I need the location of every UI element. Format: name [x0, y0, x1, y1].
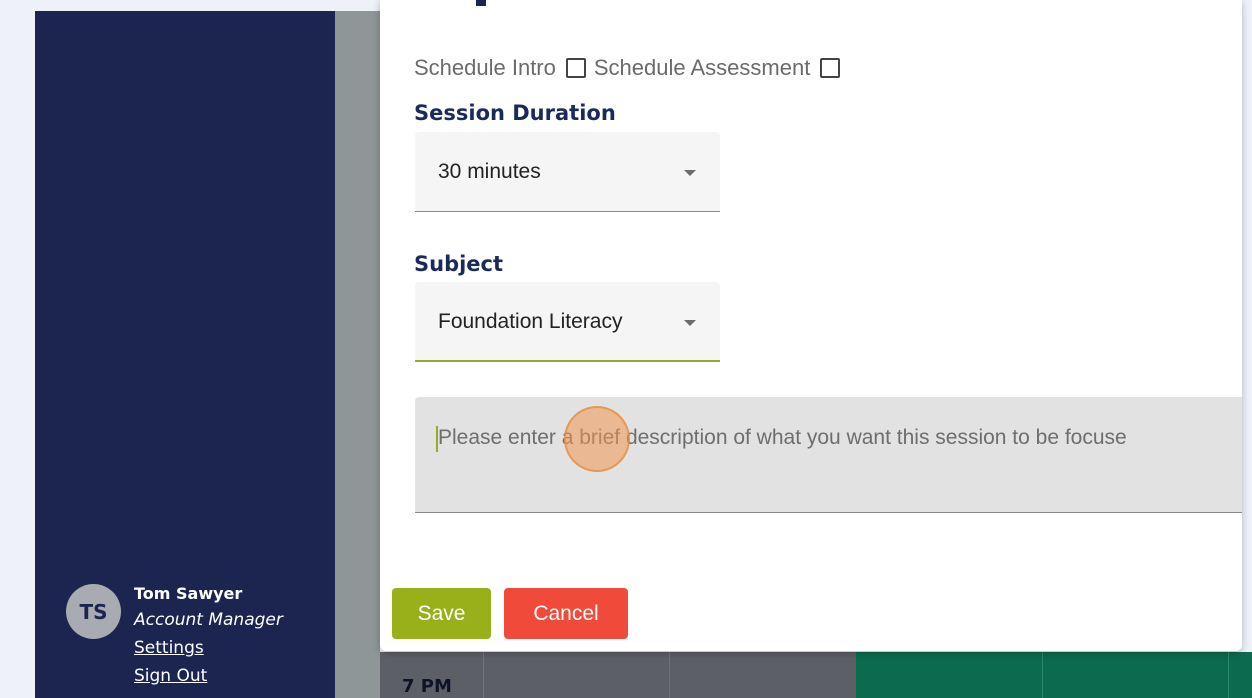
- subject-label: Subject: [414, 252, 504, 276]
- user-role: Account Manager: [134, 610, 283, 630]
- chevron-down-icon: [684, 170, 696, 176]
- dialog-title-fragment: [476, 0, 486, 6]
- user-name: Tom Sawyer: [134, 584, 243, 603]
- calendar-time-label: 7 PM: [402, 676, 452, 697]
- session-duration-value: 30 minutes: [438, 160, 541, 183]
- description-placeholder: Please enter a brief description of what…: [438, 426, 1127, 449]
- schedule-intro-checkbox[interactable]: [565, 58, 586, 78]
- calendar-cell: [1042, 652, 1043, 698]
- text-cursor: [436, 426, 438, 452]
- session-duration-label: Session Duration: [414, 101, 616, 125]
- schedule-assessment-label: Schedule Assessment: [593, 55, 811, 80]
- calendar-cell: [483, 652, 484, 698]
- save-button[interactable]: Save: [392, 588, 491, 639]
- sign-out-link[interactable]: Sign Out: [134, 666, 207, 686]
- schedule-assessment-checkbox[interactable]: [820, 58, 841, 78]
- avatar[interactable]: TS: [66, 584, 121, 639]
- schedule-options: Schedule Intro Schedule Assessment: [414, 55, 848, 81]
- calendar-background: 7 PM: [380, 652, 1252, 698]
- chevron-down-icon: [684, 320, 696, 326]
- calendar-event-block[interactable]: [856, 652, 1252, 698]
- subject-value: Foundation Literacy: [438, 310, 623, 333]
- schedule-intro-label: Schedule Intro: [414, 55, 556, 80]
- modal-backdrop[interactable]: [335, 11, 380, 698]
- calendar-cell: [1228, 652, 1229, 698]
- description-textarea[interactable]: Please enter a brief description of what…: [415, 397, 1242, 513]
- subject-select[interactable]: Foundation Literacy: [415, 282, 720, 362]
- schedule-session-dialog: Schedule Intro Schedule Assessment Sessi…: [380, 0, 1242, 651]
- session-duration-select[interactable]: 30 minutes: [415, 132, 720, 212]
- calendar-cell: [669, 652, 670, 698]
- cancel-button[interactable]: Cancel: [504, 588, 628, 639]
- settings-link[interactable]: Settings: [134, 638, 204, 658]
- sidebar: TS Tom Sawyer Account Manager Settings S…: [35, 11, 335, 698]
